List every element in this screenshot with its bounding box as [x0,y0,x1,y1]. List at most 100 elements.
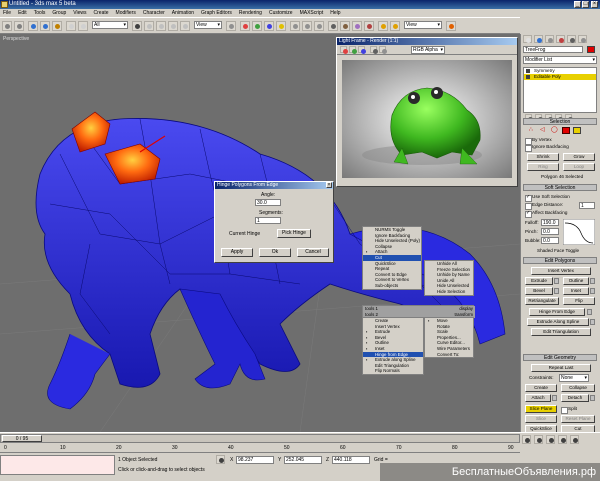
modifier-list-dropdown[interactable]: Modifier List [523,56,597,64]
split-checkbox[interactable]: Split [561,406,577,414]
ignore-backfacing-checkbox[interactable]: Ignore Backfacing [525,144,569,152]
channel-dropdown[interactable]: RGB Alpha [411,46,445,54]
menu-file[interactable]: File [3,9,11,17]
reference-coord-dropdown[interactable]: View [194,21,222,29]
menu-views[interactable]: Views [73,9,86,17]
axis-x-icon[interactable] [240,21,250,31]
motion-tab-icon[interactable] [556,35,565,43]
quad-item-hide-selection[interactable]: Hide Selection [425,289,473,295]
next-frame-icon[interactable] [558,435,567,444]
apply-button[interactable]: Apply [221,248,253,257]
mono-icon[interactable] [379,46,387,54]
quick-render-icon[interactable] [390,21,400,31]
close-button[interactable]: × [591,1,598,8]
menu-character[interactable]: Character [143,9,165,17]
material-editor-icon[interactable] [364,21,374,31]
axis-z-icon[interactable] [264,21,274,31]
detach-button[interactable]: Detach [561,394,589,402]
repeat-last-button[interactable]: Repeat Last [531,364,591,372]
polygon-icon[interactable] [562,127,570,134]
menu-rendering[interactable]: Rendering [239,9,262,17]
mirror-icon[interactable] [290,21,300,31]
named-selection-icon[interactable] [328,21,338,31]
stack-item-editable-poly[interactable]: Editable Poly [524,74,596,80]
menu-tools[interactable]: Tools [34,9,46,17]
move-icon[interactable] [144,21,154,31]
object-color-swatch[interactable] [587,46,595,53]
edit-polygons-rollout-header[interactable]: Edit Polygons [523,257,597,264]
create-tab-icon[interactable] [523,35,532,43]
blue-channel-icon[interactable] [358,46,366,54]
falloff-spinner[interactable]: 190.0 [541,219,559,226]
render-last-icon[interactable] [446,21,456,31]
go-to-start-icon[interactable] [522,435,531,444]
time-slider[interactable]: 0 / 95 [0,434,520,443]
outline-button[interactable]: Outline [563,277,589,285]
menu-modifiers[interactable]: Modifiers [116,9,136,17]
previous-frame-icon[interactable] [534,435,543,444]
hinge-close-button[interactable]: × [326,182,332,188]
schematic-view-icon[interactable] [352,21,362,31]
cancel-button[interactable]: Cancel [297,248,329,257]
shrink-button[interactable]: Shrink [527,153,559,161]
align-icon[interactable] [314,21,324,31]
by-vertex-checkbox[interactable]: By Vertex [525,137,552,145]
extrude-spline-settings-icon[interactable] [590,319,595,325]
y-coordinate-field[interactable]: 252.045 [284,456,322,464]
select-by-name-icon[interactable] [132,21,142,31]
extrude-button[interactable]: Extrude [525,277,553,285]
lock-selection-icon[interactable] [216,455,225,464]
red-channel-icon[interactable] [340,46,348,54]
go-to-end-icon[interactable] [570,435,579,444]
inset-button[interactable]: Inset [563,287,589,295]
perspective-viewport[interactable]: Perspective Light Frame - Render (1:1) R… [0,34,520,432]
affect-backfacing-checkbox[interactable]: Affect Backfacing [525,210,567,218]
alpha-channel-icon[interactable] [370,46,378,54]
outline-settings-icon[interactable] [590,278,595,284]
bubble-spinner[interactable]: 0.0 [541,237,559,244]
collapse-button[interactable]: Collapse [561,384,595,392]
angle-spinner[interactable]: 30.0 [255,199,281,206]
track-view-icon[interactable] [340,21,350,31]
maximize-button[interactable]: □ [582,1,589,8]
unlink-icon[interactable] [40,21,50,31]
axis-xy-icon[interactable] [276,21,286,31]
edge-icon[interactable]: ◁ [540,127,548,134]
array-icon[interactable] [302,21,312,31]
minimize-button[interactable]: _ [574,1,581,8]
constraints-dropdown[interactable]: None [559,374,589,382]
z-coordinate-field[interactable]: 440.118 [332,456,370,464]
insert-vertex-button[interactable]: Insert Vertex [531,267,591,275]
scale-icon[interactable] [168,21,178,31]
edge-distance-checkbox[interactable]: Edge Distance: [525,202,563,210]
x-coordinate-field[interactable]: 98.237 [236,456,274,464]
menu-maxscript[interactable]: MAXScript [300,9,324,17]
bevel-button[interactable]: Bevel [525,287,553,295]
slice-plane-button[interactable]: Slice Plane [525,405,557,413]
quad-item-sub-objects[interactable]: Sub-objects [363,283,421,289]
utilities-tab-icon[interactable] [578,35,587,43]
create-button[interactable]: Create [525,384,557,392]
track-bar[interactable]: 0 10 20 30 40 50 60 70 80 90 [0,444,520,453]
quad-item-convert-to[interactable]: Convert To: [425,352,473,358]
extrude-along-spline-button[interactable]: Extrude Along Spline [527,318,589,326]
hinge-from-edge-button[interactable]: Hinge From Edge [529,308,585,316]
pinch-spinner[interactable]: 0.0 [541,228,559,235]
element-icon[interactable] [573,127,581,134]
time-slider-thumb[interactable]: 0 / 95 [2,435,42,442]
object-name-field[interactable]: TreeFrog [523,46,583,53]
use-soft-selection-checkbox[interactable]: Use Soft Selection [525,194,570,202]
render-scene-icon[interactable] [378,21,388,31]
menu-graph-editors[interactable]: Graph Editors [201,9,232,17]
select-region-icon[interactable] [78,21,88,31]
menu-help[interactable]: Help [330,9,340,17]
pivot-center-icon[interactable] [226,21,236,31]
menu-create[interactable]: Create [94,9,109,17]
menu-edit[interactable]: Edit [18,9,27,17]
slice-button[interactable]: Slice [525,415,557,423]
bevel-settings-icon[interactable] [554,288,559,294]
grow-button[interactable]: Grow [563,153,595,161]
redo-icon[interactable] [14,21,24,31]
rotate-icon[interactable] [156,21,166,31]
segments-spinner[interactable]: 1 [255,217,281,224]
